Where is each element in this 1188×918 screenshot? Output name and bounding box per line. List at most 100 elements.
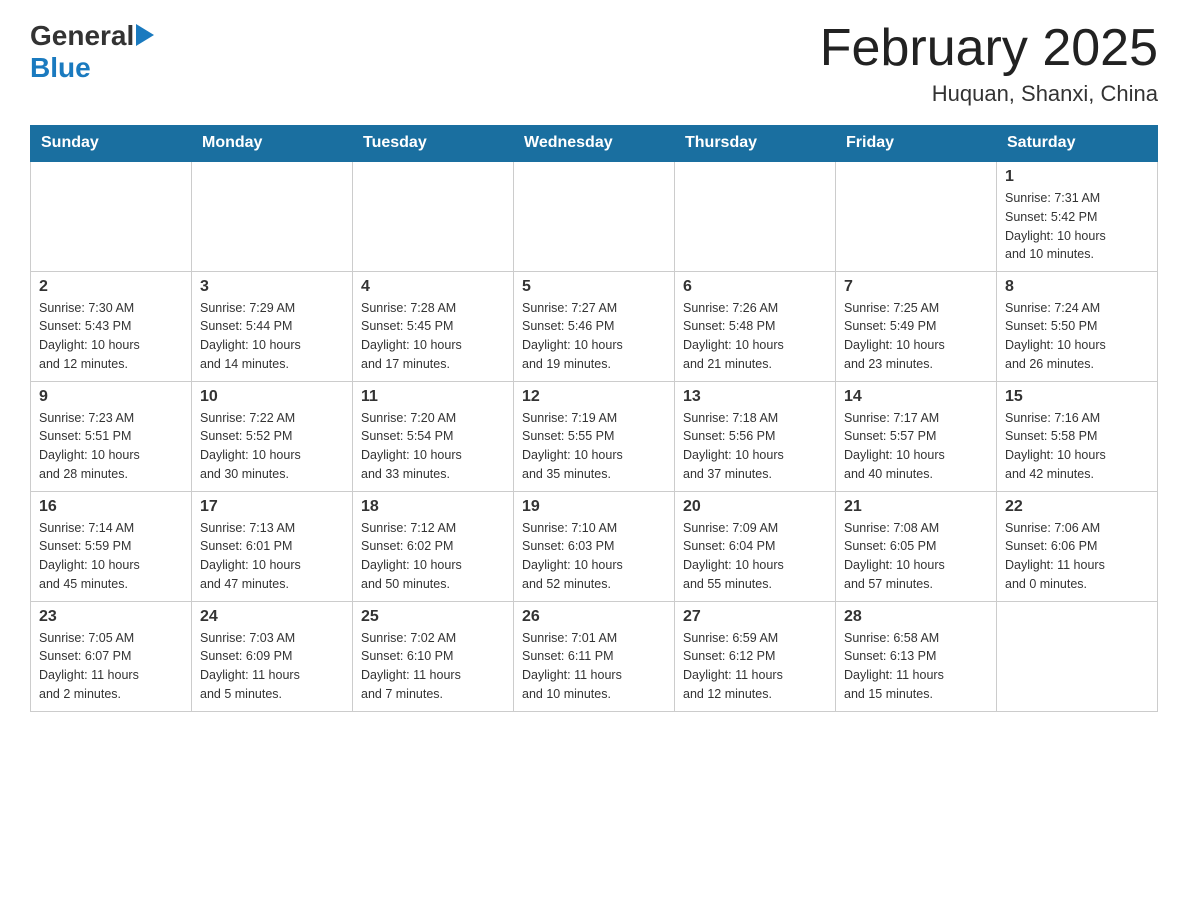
day-number: 10 — [200, 388, 344, 406]
header-saturday: Saturday — [997, 126, 1158, 162]
day-info: Sunrise: 7:27 AM Sunset: 5:46 PM Dayligh… — [522, 299, 666, 374]
day-info: Sunrise: 7:12 AM Sunset: 6:02 PM Dayligh… — [361, 519, 505, 594]
day-number: 12 — [522, 388, 666, 406]
calendar-day-cell: 11 Sunrise: 7:20 AM Sunset: 5:54 PM Dayli… — [353, 381, 514, 491]
day-number: 28 — [844, 608, 988, 626]
day-number: 3 — [200, 278, 344, 296]
day-info: Sunrise: 7:26 AM Sunset: 5:48 PM Dayligh… — [683, 299, 827, 374]
day-info: Sunrise: 7:10 AM Sunset: 6:03 PM Dayligh… — [522, 519, 666, 594]
day-number: 15 — [1005, 388, 1149, 406]
calendar-day-cell — [997, 601, 1158, 711]
page-header: General Blue February 2025 Huquan, Shanx… — [30, 20, 1158, 107]
day-number: 27 — [683, 608, 827, 626]
calendar-week-row: 2Sunrise: 7:30 AM Sunset: 5:43 PM Daylig… — [31, 271, 1158, 381]
day-info: Sunrise: 7:19 AM Sunset: 5:55 PM Dayligh… — [522, 409, 666, 484]
calendar-table: Sunday Monday Tuesday Wednesday Thursday… — [30, 125, 1158, 712]
day-number: 23 — [39, 608, 183, 626]
calendar-day-cell: 27 Sunrise: 6:59 AM Sunset: 6:12 PM Dayli… — [675, 601, 836, 711]
calendar-day-cell: 26 Sunrise: 7:01 AM Sunset: 6:11 PM Dayli… — [514, 601, 675, 711]
day-info: Sunrise: 6:58 AM Sunset: 6:13 PM Dayligh… — [844, 629, 988, 704]
calendar-day-cell: 19Sunrise: 7:10 AM Sunset: 6:03 PM Dayli… — [514, 491, 675, 601]
calendar-day-cell: 4 Sunrise: 7:28 AM Sunset: 5:45 PM Daylig… — [353, 271, 514, 381]
day-number: 6 — [683, 278, 827, 296]
day-info: Sunrise: 7:09 AM Sunset: 6:04 PM Dayligh… — [683, 519, 827, 594]
day-number: 21 — [844, 498, 988, 516]
calendar-day-cell: 28 Sunrise: 6:58 AM Sunset: 6:13 PM Dayli… — [836, 601, 997, 711]
calendar-day-cell — [675, 161, 836, 271]
calendar-week-row: 1 Sunrise: 7:31 AM Sunset: 5:42 PM Daylig… — [31, 161, 1158, 271]
header-monday: Monday — [192, 126, 353, 162]
day-info: Sunrise: 7:17 AM Sunset: 5:57 PM Dayligh… — [844, 409, 988, 484]
day-number: 1 — [1005, 168, 1149, 186]
calendar-day-cell: 6 Sunrise: 7:26 AM Sunset: 5:48 PM Daylig… — [675, 271, 836, 381]
calendar-day-cell: 14 Sunrise: 7:17 AM Sunset: 5:57 PM Dayli… — [836, 381, 997, 491]
title-section: February 2025 Huquan, Shanxi, China — [820, 20, 1158, 107]
day-info: Sunrise: 7:16 AM Sunset: 5:58 PM Dayligh… — [1005, 409, 1149, 484]
day-info: Sunrise: 7:06 AM Sunset: 6:06 PM Dayligh… — [1005, 519, 1149, 594]
logo-arrow-icon — [136, 24, 154, 46]
calendar-day-cell — [31, 161, 192, 271]
location-subtitle: Huquan, Shanxi, China — [820, 81, 1158, 107]
calendar-day-cell: 8 Sunrise: 7:24 AM Sunset: 5:50 PM Daylig… — [997, 271, 1158, 381]
day-number: 17 — [200, 498, 344, 516]
day-number: 9 — [39, 388, 183, 406]
calendar-day-cell: 25 Sunrise: 7:02 AM Sunset: 6:10 PM Dayli… — [353, 601, 514, 711]
day-number: 14 — [844, 388, 988, 406]
calendar-day-cell: 2Sunrise: 7:30 AM Sunset: 5:43 PM Daylig… — [31, 271, 192, 381]
calendar-day-cell: 9 Sunrise: 7:23 AM Sunset: 5:51 PM Daylig… — [31, 381, 192, 491]
calendar-day-cell: 1 Sunrise: 7:31 AM Sunset: 5:42 PM Daylig… — [997, 161, 1158, 271]
day-number: 25 — [361, 608, 505, 626]
day-info: Sunrise: 7:25 AM Sunset: 5:49 PM Dayligh… — [844, 299, 988, 374]
day-info: Sunrise: 7:01 AM Sunset: 6:11 PM Dayligh… — [522, 629, 666, 704]
day-number: 4 — [361, 278, 505, 296]
header-tuesday: Tuesday — [353, 126, 514, 162]
calendar-day-cell: 22 Sunrise: 7:06 AM Sunset: 6:06 PM Dayli… — [997, 491, 1158, 601]
day-info: Sunrise: 7:22 AM Sunset: 5:52 PM Dayligh… — [200, 409, 344, 484]
calendar-week-row: 9 Sunrise: 7:23 AM Sunset: 5:51 PM Daylig… — [31, 381, 1158, 491]
day-info: Sunrise: 7:24 AM Sunset: 5:50 PM Dayligh… — [1005, 299, 1149, 374]
calendar-day-cell: 21 Sunrise: 7:08 AM Sunset: 6:05 PM Dayli… — [836, 491, 997, 601]
day-number: 8 — [1005, 278, 1149, 296]
calendar-day-cell: 13 Sunrise: 7:18 AM Sunset: 5:56 PM Dayli… — [675, 381, 836, 491]
day-info: Sunrise: 7:23 AM Sunset: 5:51 PM Dayligh… — [39, 409, 183, 484]
day-info: Sunrise: 7:13 AM Sunset: 6:01 PM Dayligh… — [200, 519, 344, 594]
day-info: Sunrise: 7:28 AM Sunset: 5:45 PM Dayligh… — [361, 299, 505, 374]
calendar-day-cell: 18Sunrise: 7:12 AM Sunset: 6:02 PM Dayli… — [353, 491, 514, 601]
calendar-day-cell: 20Sunrise: 7:09 AM Sunset: 6:04 PM Dayli… — [675, 491, 836, 601]
day-info: Sunrise: 7:02 AM Sunset: 6:10 PM Dayligh… — [361, 629, 505, 704]
logo: General Blue — [30, 20, 154, 84]
day-number: 26 — [522, 608, 666, 626]
day-info: Sunrise: 7:20 AM Sunset: 5:54 PM Dayligh… — [361, 409, 505, 484]
day-info: Sunrise: 6:59 AM Sunset: 6:12 PM Dayligh… — [683, 629, 827, 704]
calendar-day-cell: 16Sunrise: 7:14 AM Sunset: 5:59 PM Dayli… — [31, 491, 192, 601]
day-number: 11 — [361, 388, 505, 406]
day-number: 13 — [683, 388, 827, 406]
calendar-day-cell: 5 Sunrise: 7:27 AM Sunset: 5:46 PM Daylig… — [514, 271, 675, 381]
day-number: 7 — [844, 278, 988, 296]
day-number: 24 — [200, 608, 344, 626]
header-friday: Friday — [836, 126, 997, 162]
day-info: Sunrise: 7:29 AM Sunset: 5:44 PM Dayligh… — [200, 299, 344, 374]
calendar-week-row: 16Sunrise: 7:14 AM Sunset: 5:59 PM Dayli… — [31, 491, 1158, 601]
month-year-title: February 2025 — [820, 20, 1158, 77]
calendar-header-row: Sunday Monday Tuesday Wednesday Thursday… — [31, 126, 1158, 162]
day-number: 16 — [39, 498, 183, 516]
calendar-day-cell: 7 Sunrise: 7:25 AM Sunset: 5:49 PM Daylig… — [836, 271, 997, 381]
calendar-day-cell — [836, 161, 997, 271]
calendar-day-cell — [192, 161, 353, 271]
calendar-week-row: 23Sunrise: 7:05 AM Sunset: 6:07 PM Dayli… — [31, 601, 1158, 711]
calendar-day-cell: 24Sunrise: 7:03 AM Sunset: 6:09 PM Dayli… — [192, 601, 353, 711]
day-info: Sunrise: 7:30 AM Sunset: 5:43 PM Dayligh… — [39, 299, 183, 374]
calendar-day-cell: 17 Sunrise: 7:13 AM Sunset: 6:01 PM Dayli… — [192, 491, 353, 601]
day-info: Sunrise: 7:31 AM Sunset: 5:42 PM Dayligh… — [1005, 189, 1149, 264]
day-info: Sunrise: 7:18 AM Sunset: 5:56 PM Dayligh… — [683, 409, 827, 484]
day-number: 5 — [522, 278, 666, 296]
calendar-day-cell: 3 Sunrise: 7:29 AM Sunset: 5:44 PM Daylig… — [192, 271, 353, 381]
day-info: Sunrise: 7:08 AM Sunset: 6:05 PM Dayligh… — [844, 519, 988, 594]
calendar-day-cell: 10 Sunrise: 7:22 AM Sunset: 5:52 PM Dayli… — [192, 381, 353, 491]
header-thursday: Thursday — [675, 126, 836, 162]
day-number: 22 — [1005, 498, 1149, 516]
logo-general-text: General — [30, 20, 134, 52]
calendar-day-cell: 12 Sunrise: 7:19 AM Sunset: 5:55 PM Dayli… — [514, 381, 675, 491]
logo-blue-text: Blue — [30, 52, 91, 83]
